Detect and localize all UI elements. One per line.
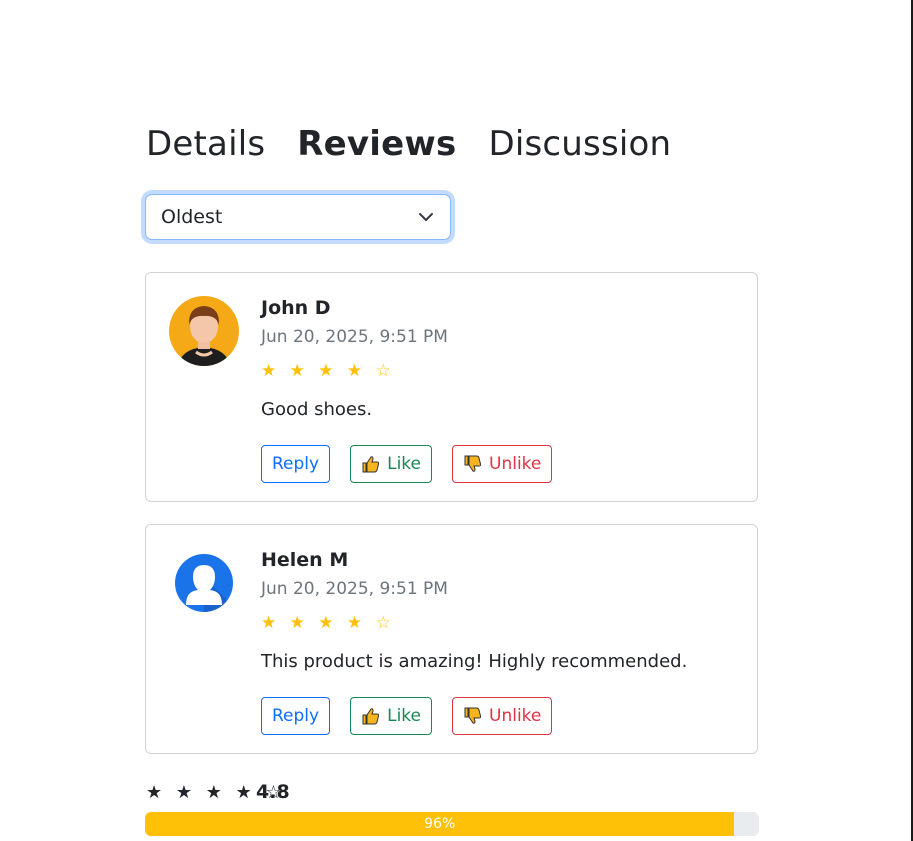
chevron-down-icon — [419, 213, 433, 221]
thumbs-down-icon — [464, 707, 482, 724]
reviewer-name: Helen M — [261, 549, 349, 571]
reply-label: Reply — [272, 706, 320, 726]
rating-progress-fill: 96% — [145, 812, 735, 836]
review-rating-stars: ★ ★ ★ ★ ☆ — [261, 613, 395, 633]
like-label: Like — [387, 706, 421, 726]
tab-bar: Details Reviews Discussion — [146, 124, 703, 164]
thumbs-down-icon — [464, 455, 482, 472]
review-rating-stars: ★ ★ ★ ★ ☆ — [261, 361, 395, 381]
review-date: Jun 20, 2025, 9:51 PM — [261, 579, 448, 599]
tab-reviews[interactable]: Reviews — [297, 124, 456, 164]
unlike-label: Unlike — [489, 454, 542, 474]
review-actions: Reply Like Unlike — [261, 697, 572, 735]
sort-select[interactable]: Oldest — [145, 194, 451, 240]
reviewer-name: John D — [261, 297, 331, 319]
thumbs-up-icon — [362, 708, 380, 725]
like-button[interactable]: Like — [350, 697, 432, 735]
reply-button[interactable]: Reply — [261, 445, 331, 483]
male-avatar-icon — [169, 296, 239, 366]
unlike-label: Unlike — [489, 706, 542, 726]
sort-selected-value: Oldest — [161, 206, 223, 228]
thumbs-up-icon — [362, 456, 380, 473]
review-text: Good shoes. — [261, 399, 373, 420]
review-card: Helen M Jun 20, 2025, 9:51 PM ★ ★ ★ ★ ☆ … — [145, 524, 758, 754]
tab-details[interactable]: Details — [146, 124, 265, 164]
average-rating-score: 4.8 — [256, 781, 290, 803]
unlike-button[interactable]: Unlike — [452, 697, 553, 735]
reply-label: Reply — [272, 454, 320, 474]
rating-progress-bar: 96% — [145, 812, 759, 836]
reply-button[interactable]: Reply — [261, 697, 331, 735]
review-card: John D Jun 20, 2025, 9:51 PM ★ ★ ★ ★ ☆ G… — [145, 272, 758, 502]
tab-discussion[interactable]: Discussion — [488, 124, 671, 164]
review-date: Jun 20, 2025, 9:51 PM — [261, 327, 448, 347]
like-button[interactable]: Like — [350, 445, 432, 483]
review-actions: Reply Like Unlike — [261, 445, 572, 483]
user-silhouette-icon — [175, 554, 233, 612]
unlike-button[interactable]: Unlike — [452, 445, 553, 483]
product-page: Details Reviews Discussion Oldest John D… — [0, 0, 913, 841]
like-label: Like — [387, 454, 421, 474]
review-text: This product is amazing! Highly recommen… — [261, 651, 688, 672]
rating-progress-label: 96% — [424, 816, 456, 832]
